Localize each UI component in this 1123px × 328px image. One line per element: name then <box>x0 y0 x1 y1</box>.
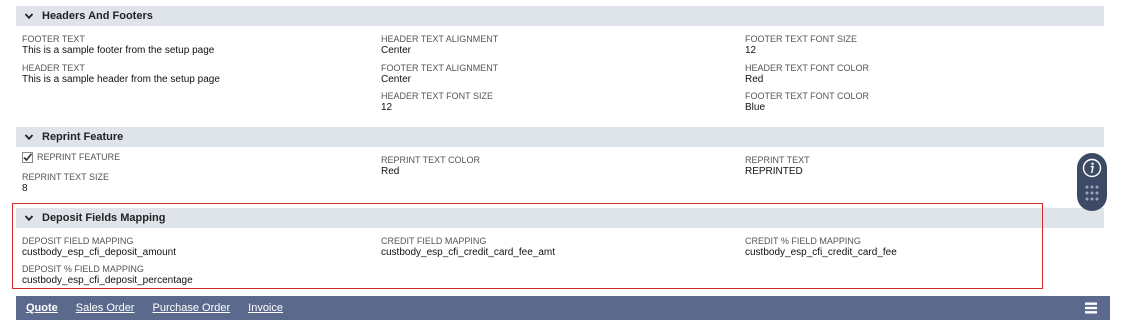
field-reprint-text-color: REPRINT TEXT COLOR Red <box>381 155 480 178</box>
field-value: 8 <box>22 183 28 194</box>
field-footer-text-font-color: FOOTER TEXT FONT COLOR Blue <box>745 91 869 114</box>
field-header-text-alignment: HEADER TEXT ALIGNMENT Center <box>381 34 498 57</box>
field-label: HEADER TEXT <box>22 63 85 73</box>
field-deposit-percent-field-mapping: DEPOSIT % FIELD MAPPING custbody_esp_cfi… <box>22 264 193 287</box>
field-value: This is a sample footer from the setup p… <box>22 45 215 56</box>
field-value: REPRINTED <box>745 166 803 177</box>
section-header-headers-footers[interactable]: Headers And Footers <box>16 6 1104 26</box>
field-reprint-text-size: REPRINT TEXT SIZE 8 <box>22 172 109 195</box>
field-value: custbody_esp_cfi_deposit_percentage <box>22 275 193 286</box>
field-label: CREDIT % FIELD MAPPING <box>745 236 861 246</box>
field-reprint-text: REPRINT TEXT REPRINTED <box>745 155 810 178</box>
subtab-bar: Quote Sales Order Purchase Order Invoice <box>16 296 1110 320</box>
field-value: custbody_esp_cfi_credit_card_fee_amt <box>381 247 555 258</box>
field-footer-text-alignment: FOOTER TEXT ALIGNMENT Center <box>381 63 498 86</box>
chevron-down-icon[interactable] <box>24 213 34 223</box>
tab-sales-order[interactable]: Sales Order <box>76 302 135 314</box>
field-header-text-font-color: HEADER TEXT FONT COLOR Red <box>745 63 869 86</box>
field-value: custbody_esp_cfi_credit_card_fee <box>745 247 897 258</box>
field-footer-text-font-size: FOOTER TEXT FONT SIZE 12 <box>745 34 857 57</box>
hamburger-menu-icon[interactable] <box>1084 301 1098 315</box>
tab-quote[interactable]: Quote <box>26 302 58 314</box>
field-label: HEADER TEXT FONT COLOR <box>745 63 870 73</box>
field-header-text: HEADER TEXT This is a sample header from… <box>22 63 220 86</box>
grip-dots-icon[interactable] <box>1084 184 1100 204</box>
field-value: custbody_esp_cfi_deposit_amount <box>22 247 176 258</box>
field-label: DEPOSIT % FIELD MAPPING <box>22 264 144 274</box>
field-value: Center <box>381 45 412 56</box>
checkbox-label: REPRINT FEATURE <box>37 152 121 162</box>
section-header-reprint[interactable]: Reprint Feature <box>16 127 1104 147</box>
field-credit-field-mapping: CREDIT FIELD MAPPING custbody_esp_cfi_cr… <box>381 236 555 259</box>
field-label: FOOTER TEXT <box>22 34 85 44</box>
field-label: HEADER TEXT FONT SIZE <box>381 91 494 101</box>
section-title-reprint: Reprint Feature <box>42 131 124 143</box>
field-label: FOOTER TEXT FONT COLOR <box>745 91 870 101</box>
chevron-down-icon[interactable] <box>24 132 34 142</box>
field-label: REPRINT TEXT COLOR <box>381 155 481 165</box>
field-label: CREDIT FIELD MAPPING <box>381 236 487 246</box>
field-label: FOOTER TEXT FONT SIZE <box>745 34 858 44</box>
field-value: This is a sample header from the setup p… <box>22 74 220 85</box>
chevron-down-icon[interactable] <box>24 11 34 21</box>
field-label: REPRINT TEXT SIZE <box>22 172 110 182</box>
field-label: HEADER TEXT ALIGNMENT <box>381 34 499 44</box>
info-widget[interactable] <box>1077 153 1107 211</box>
section-header-deposit[interactable]: Deposit Fields Mapping <box>16 208 1104 228</box>
checkmark-icon[interactable] <box>22 152 33 163</box>
field-value: Red <box>381 166 400 177</box>
field-label: DEPOSIT FIELD MAPPING <box>22 236 134 246</box>
info-icon[interactable] <box>1082 158 1102 178</box>
section-title-headers-footers: Headers And Footers <box>42 10 153 22</box>
reprint-feature-checkbox[interactable]: REPRINT FEATURE <box>22 152 120 163</box>
field-value: Blue <box>745 102 766 113</box>
field-deposit-field-mapping: DEPOSIT FIELD MAPPING custbody_esp_cfi_d… <box>22 236 176 259</box>
field-header-text-font-size: HEADER TEXT FONT SIZE 12 <box>381 91 493 114</box>
field-label: FOOTER TEXT ALIGNMENT <box>381 63 499 73</box>
tab-purchase-order[interactable]: Purchase Order <box>152 302 230 314</box>
field-label: REPRINT TEXT <box>745 155 810 165</box>
field-footer-text: FOOTER TEXT This is a sample footer from… <box>22 34 214 57</box>
field-value: 12 <box>745 45 757 56</box>
field-value: Red <box>745 74 764 85</box>
field-credit-percent-field-mapping: CREDIT % FIELD MAPPING custbody_esp_cfi_… <box>745 236 897 259</box>
section-title-deposit: Deposit Fields Mapping <box>42 212 166 224</box>
field-value: 12 <box>381 102 393 113</box>
tab-invoice[interactable]: Invoice <box>248 302 283 314</box>
field-value: Center <box>381 74 412 85</box>
